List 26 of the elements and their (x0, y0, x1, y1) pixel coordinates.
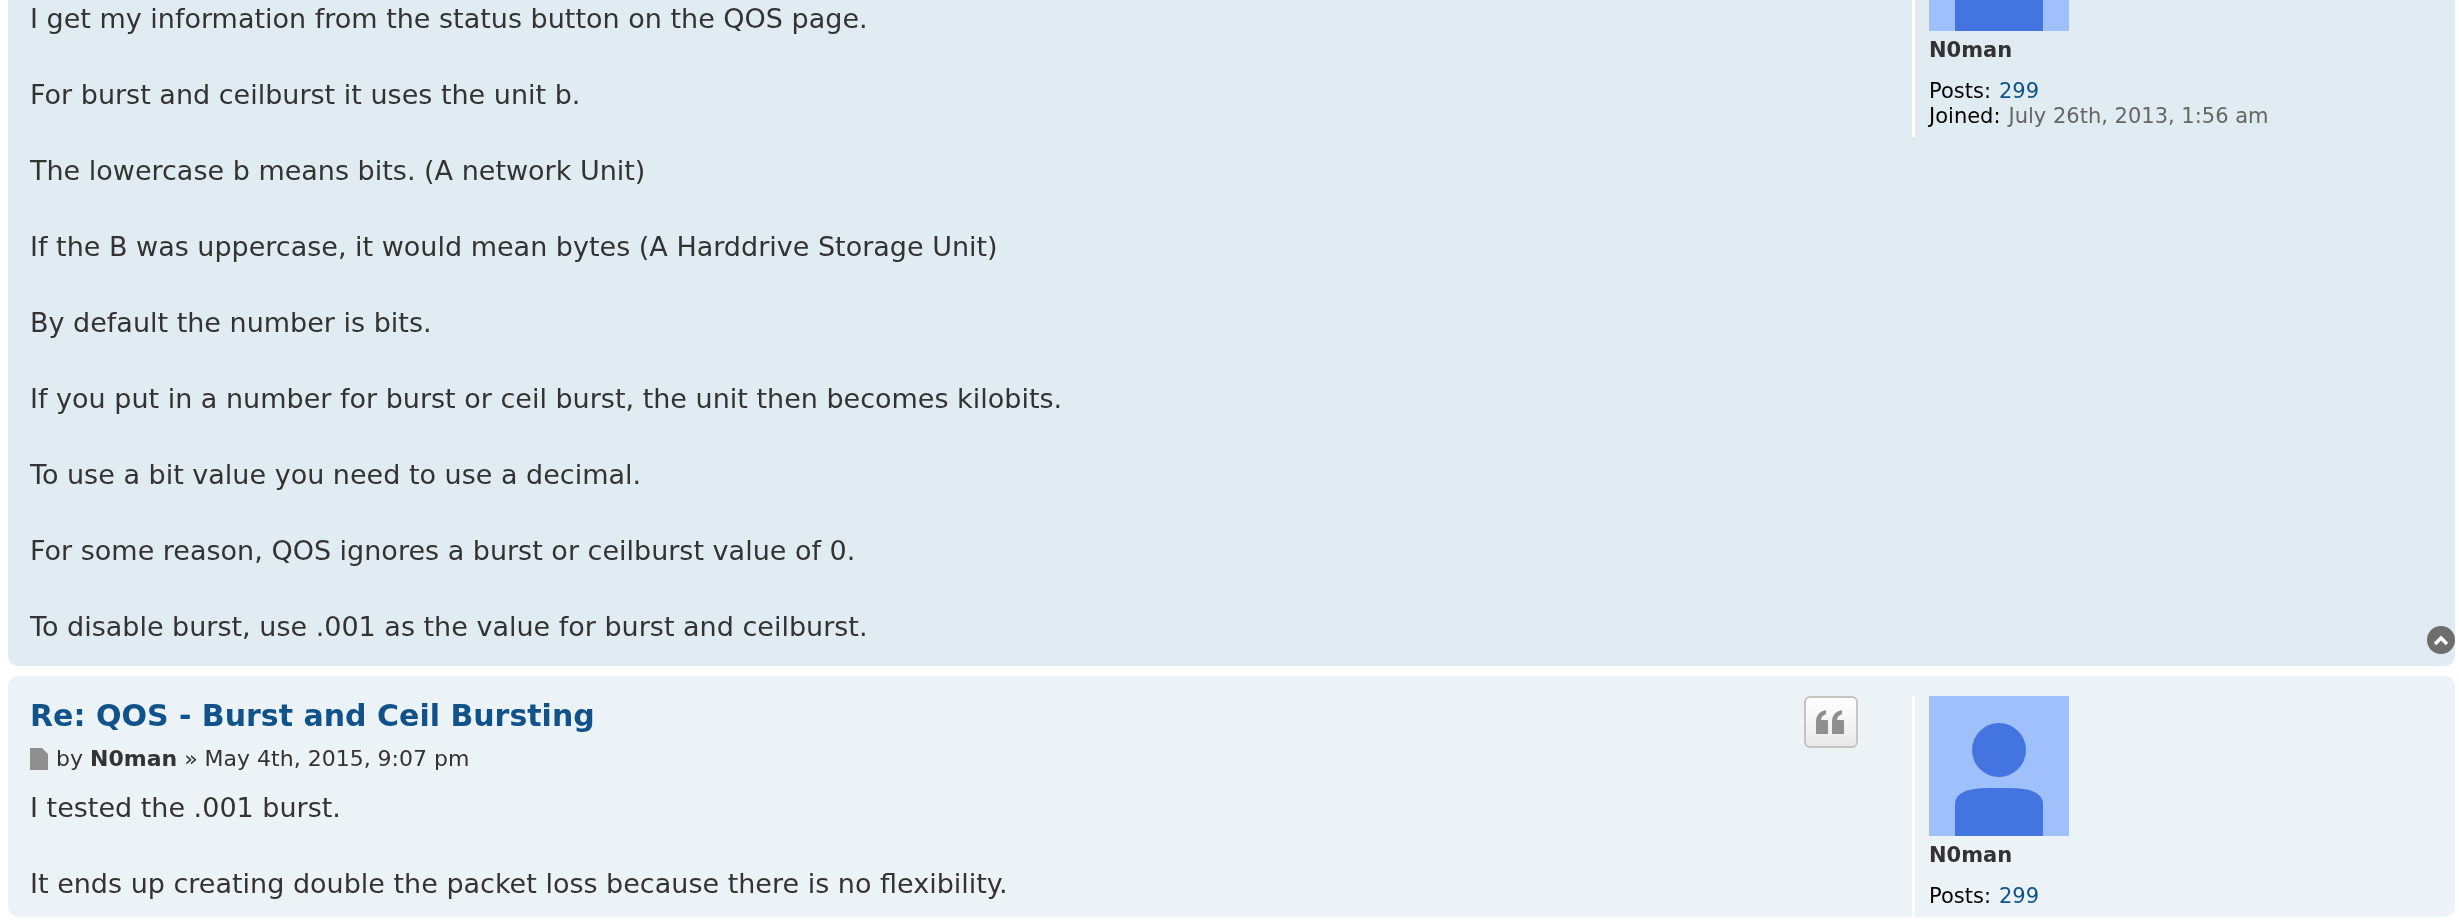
post-text: If you put in a number for burst or ceil burst, the unit then becomes kilobits. (30, 382, 1064, 416)
post-text: To disable burst, use .001 as the value for burst and ceilburst. (30, 610, 869, 644)
document-icon (30, 747, 48, 770)
post-text: To use a bit value you need to use a decimal. (30, 458, 643, 492)
chevron-up-icon (2433, 634, 2449, 646)
posts-label: Posts: (1929, 884, 1991, 909)
post-text: For some reason, QOS ignores a burst or ceilburst value of 0. (30, 534, 857, 568)
post-text: It ends up creating double the packet loss because there is no flexibility. (30, 867, 1009, 901)
post-title[interactable]: Re: QOS - Burst and Ceil Bursting (30, 696, 595, 736)
posts-label: Posts: (1929, 79, 1991, 104)
post-byline: by N0man » May 4th, 2015, 9:07 pm (56, 745, 470, 773)
post-text: I tested the .001 burst. (30, 791, 342, 825)
post-text: For burst and ceilburst it uses the unit b. (30, 78, 582, 112)
post-text: I get my information from the status button on the QOS page. (30, 2, 869, 36)
joined-label: Joined: (1929, 104, 2001, 129)
joined-date: July 26th, 2013, 1:56 am (2008, 104, 2269, 129)
post-text: The lowercase b means bits. (A network Unit) (30, 154, 647, 188)
author-name[interactable]: N0man (1929, 840, 2455, 870)
quote-icon (1816, 710, 1846, 734)
posts-count[interactable]: 299 (1998, 884, 2040, 909)
post-text: If the B was uppercase, it would mean bytes (A Harddrive Storage Unit) (30, 230, 999, 264)
back-to-top-button[interactable] (2427, 626, 2455, 654)
quote-button[interactable] (1804, 696, 1858, 748)
post-text: By default the number is bits. (30, 306, 433, 340)
author-name[interactable]: N0man (1929, 35, 2455, 65)
posts-count[interactable]: 299 (1998, 79, 2040, 104)
